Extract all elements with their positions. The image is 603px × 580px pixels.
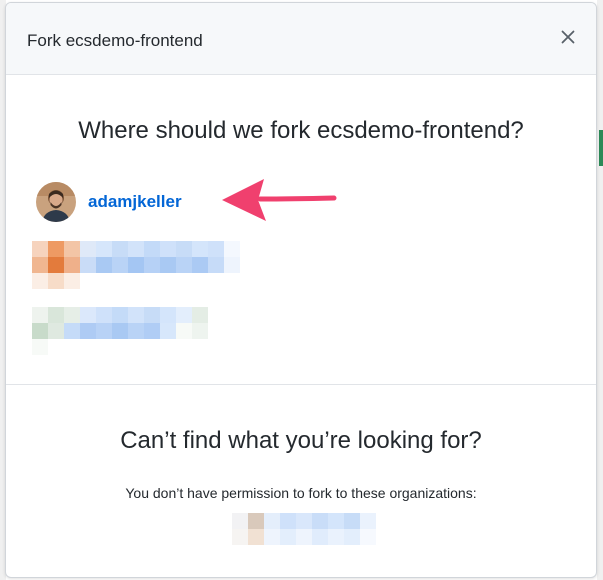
- background-accent: [599, 130, 603, 166]
- background-page-right: [597, 0, 603, 580]
- pointing-arrow-icon: [222, 179, 337, 221]
- permission-note: You don’t have permission to fork to the…: [125, 485, 477, 501]
- fork-question-heading: Where should we fork ecsdemo-frontend?: [78, 117, 524, 144]
- close-button[interactable]: [556, 25, 580, 49]
- owner-name-link[interactable]: adamjkeller: [88, 192, 182, 212]
- org-option-blurred-1[interactable]: [32, 241, 248, 289]
- section-divider: [6, 384, 596, 385]
- dialog-title: Fork ecsdemo-frontend: [27, 31, 203, 50]
- user-avatar: [36, 182, 76, 222]
- org-option-blurred-2[interactable]: [32, 307, 208, 355]
- fork-owner-option[interactable]: adamjkeller: [36, 181, 182, 223]
- close-icon: [561, 30, 575, 44]
- cant-find-heading: Can’t find what you’re looking for?: [120, 427, 482, 454]
- dialog-header: Fork ecsdemo-frontend: [6, 3, 596, 75]
- fork-dialog: Fork ecsdemo-frontend Where should we fo…: [5, 2, 597, 578]
- org-list-blurred: [232, 513, 376, 545]
